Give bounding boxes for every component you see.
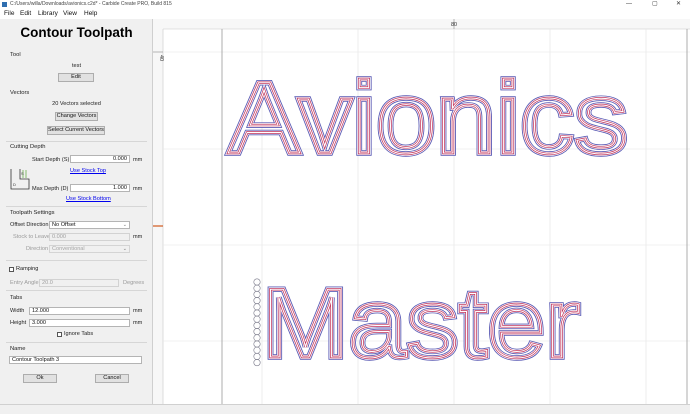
menu-help[interactable]: Help	[84, 10, 97, 17]
offset-direction-value: No Offset	[52, 222, 76, 228]
master-outline-inner: Master	[262, 268, 580, 378]
name-section-label: Name	[10, 346, 26, 352]
entry-angle-label: Entry Angle	[10, 280, 39, 286]
tab-width-unit: mm	[133, 308, 143, 314]
menu-file[interactable]: File	[4, 10, 14, 17]
tab-height-field[interactable]: 3.000	[29, 319, 130, 327]
direction-select[interactable]: Conventional ⌄	[49, 245, 130, 253]
top-ruler	[153, 19, 690, 29]
chevron-down-icon: ⌄	[122, 222, 127, 228]
left-ruler	[153, 19, 163, 404]
cancel-button[interactable]: Cancel	[95, 374, 129, 383]
tab-marker[interactable]	[253, 321, 261, 329]
tab-marker[interactable]	[253, 315, 261, 323]
tab-marker[interactable]	[253, 359, 261, 367]
window-title: C:/Users/willa/Downloads/avionics.c2d* -…	[10, 1, 172, 7]
menu-edit[interactable]: Edit	[20, 10, 31, 17]
offset-direction-select[interactable]: No Offset ⌄	[49, 221, 130, 229]
stock-to-leave-field[interactable]: 0.000	[49, 233, 130, 241]
tab-marker[interactable]	[253, 284, 261, 292]
divider	[6, 260, 147, 261]
minimize-button[interactable]: —	[626, 0, 632, 9]
tool-name: test	[71, 63, 82, 69]
use-stock-top-link[interactable]: Use Stock Top	[70, 168, 106, 174]
contour-toolpath-panel: Contour Toolpath Tool test Edit Vectors …	[0, 19, 153, 404]
tab-width-field[interactable]: 12.000	[29, 307, 130, 315]
panel-title: Contour Toolpath	[20, 25, 133, 40]
ignore-tabs-label: Ignore Tabs	[64, 331, 94, 337]
app-icon	[2, 2, 7, 7]
svg-text:D: D	[13, 182, 16, 187]
depth-diagram-icon: S D	[10, 169, 30, 190]
tab-marker[interactable]	[253, 278, 261, 286]
title-bar: C:/Users/willa/Downloads/avionics.c2d* -…	[0, 0, 690, 9]
avionics-outline-inner: Avionics	[228, 61, 628, 175]
canvas-drawing: Avionics Avionics Avionics Avionics Mast…	[153, 19, 690, 404]
tab-marker[interactable]	[253, 290, 261, 298]
menu-library[interactable]: Library	[38, 10, 58, 17]
ok-button[interactable]: Ok	[23, 374, 57, 383]
close-button[interactable]: ✕	[676, 0, 681, 9]
vectors-selected-text: 20 Vectors selected	[52, 101, 101, 107]
change-vectors-button[interactable]: Change Vectors	[55, 112, 98, 121]
direction-label: Direction	[26, 246, 49, 252]
design-canvas[interactable]: Avionics Avionics Avionics Avionics Mast…	[153, 19, 690, 404]
entry-angle-field[interactable]: 20.0	[39, 279, 119, 287]
tab-marker[interactable]	[253, 352, 261, 360]
offset-direction-label: Offset Direction	[10, 222, 49, 228]
tool-section-label: Tool	[10, 52, 21, 58]
top-ruler-label: 80	[451, 22, 457, 28]
stock-to-leave-label: Stock to Leave	[13, 234, 51, 240]
tabs-section-label: Tabs	[10, 295, 23, 301]
select-current-vectors-button[interactable]: Select Current Vectors	[47, 126, 105, 135]
ignore-tabs-checkbox[interactable]	[57, 332, 62, 337]
tab-marker[interactable]	[253, 309, 261, 317]
entry-angle-unit: Degrees	[123, 280, 145, 286]
tab-height-label: Height	[10, 320, 27, 326]
divider	[6, 290, 147, 291]
tab-marker[interactable]	[253, 297, 261, 305]
stock-to-leave-unit: mm	[133, 234, 143, 240]
toolpath-name-field[interactable]: Contour Toolpath 3	[9, 356, 142, 364]
tab-marker[interactable]	[253, 334, 261, 342]
tab-height-unit: mm	[133, 320, 143, 326]
max-depth-label: Max Depth (D)	[32, 186, 69, 192]
menu-view[interactable]: View	[63, 10, 77, 17]
ramping-checkbox[interactable]	[9, 267, 14, 272]
start-depth-field[interactable]: 0.000	[70, 155, 130, 163]
left-ruler-label: 40	[158, 55, 164, 61]
cutting-depth-section-label: Cutting Depth	[10, 144, 46, 150]
max-depth-unit: mm	[133, 186, 143, 192]
direction-value: Conventional	[52, 246, 85, 252]
edit-tool-button[interactable]: Edit	[58, 73, 94, 82]
tab-marker[interactable]	[253, 346, 261, 354]
toolpath-settings-section-label: Toolpath Settings	[10, 210, 55, 216]
chevron-down-icon: ⌄	[122, 246, 127, 252]
svg-text:S: S	[21, 171, 24, 176]
ramping-label: Ramping	[16, 266, 39, 272]
vectors-section-label: Vectors	[10, 90, 30, 96]
tab-width-label: Width	[10, 308, 25, 314]
use-stock-bottom-link[interactable]: Use Stock Bottom	[66, 196, 111, 202]
start-depth-unit: mm	[133, 157, 143, 163]
start-depth-label: Start Depth (S)	[32, 157, 70, 163]
maximize-button[interactable]: ▢	[652, 0, 658, 9]
tab-markers[interactable]	[253, 278, 261, 367]
tab-marker[interactable]	[253, 303, 261, 311]
menu-bar: File Edit Library View Help	[0, 9, 690, 19]
tab-marker[interactable]	[253, 340, 261, 348]
status-bar	[0, 404, 690, 414]
divider	[6, 206, 147, 207]
divider	[6, 141, 147, 142]
divider	[6, 342, 147, 343]
tab-marker[interactable]	[253, 328, 261, 336]
max-depth-field[interactable]: 1.000	[70, 184, 130, 192]
